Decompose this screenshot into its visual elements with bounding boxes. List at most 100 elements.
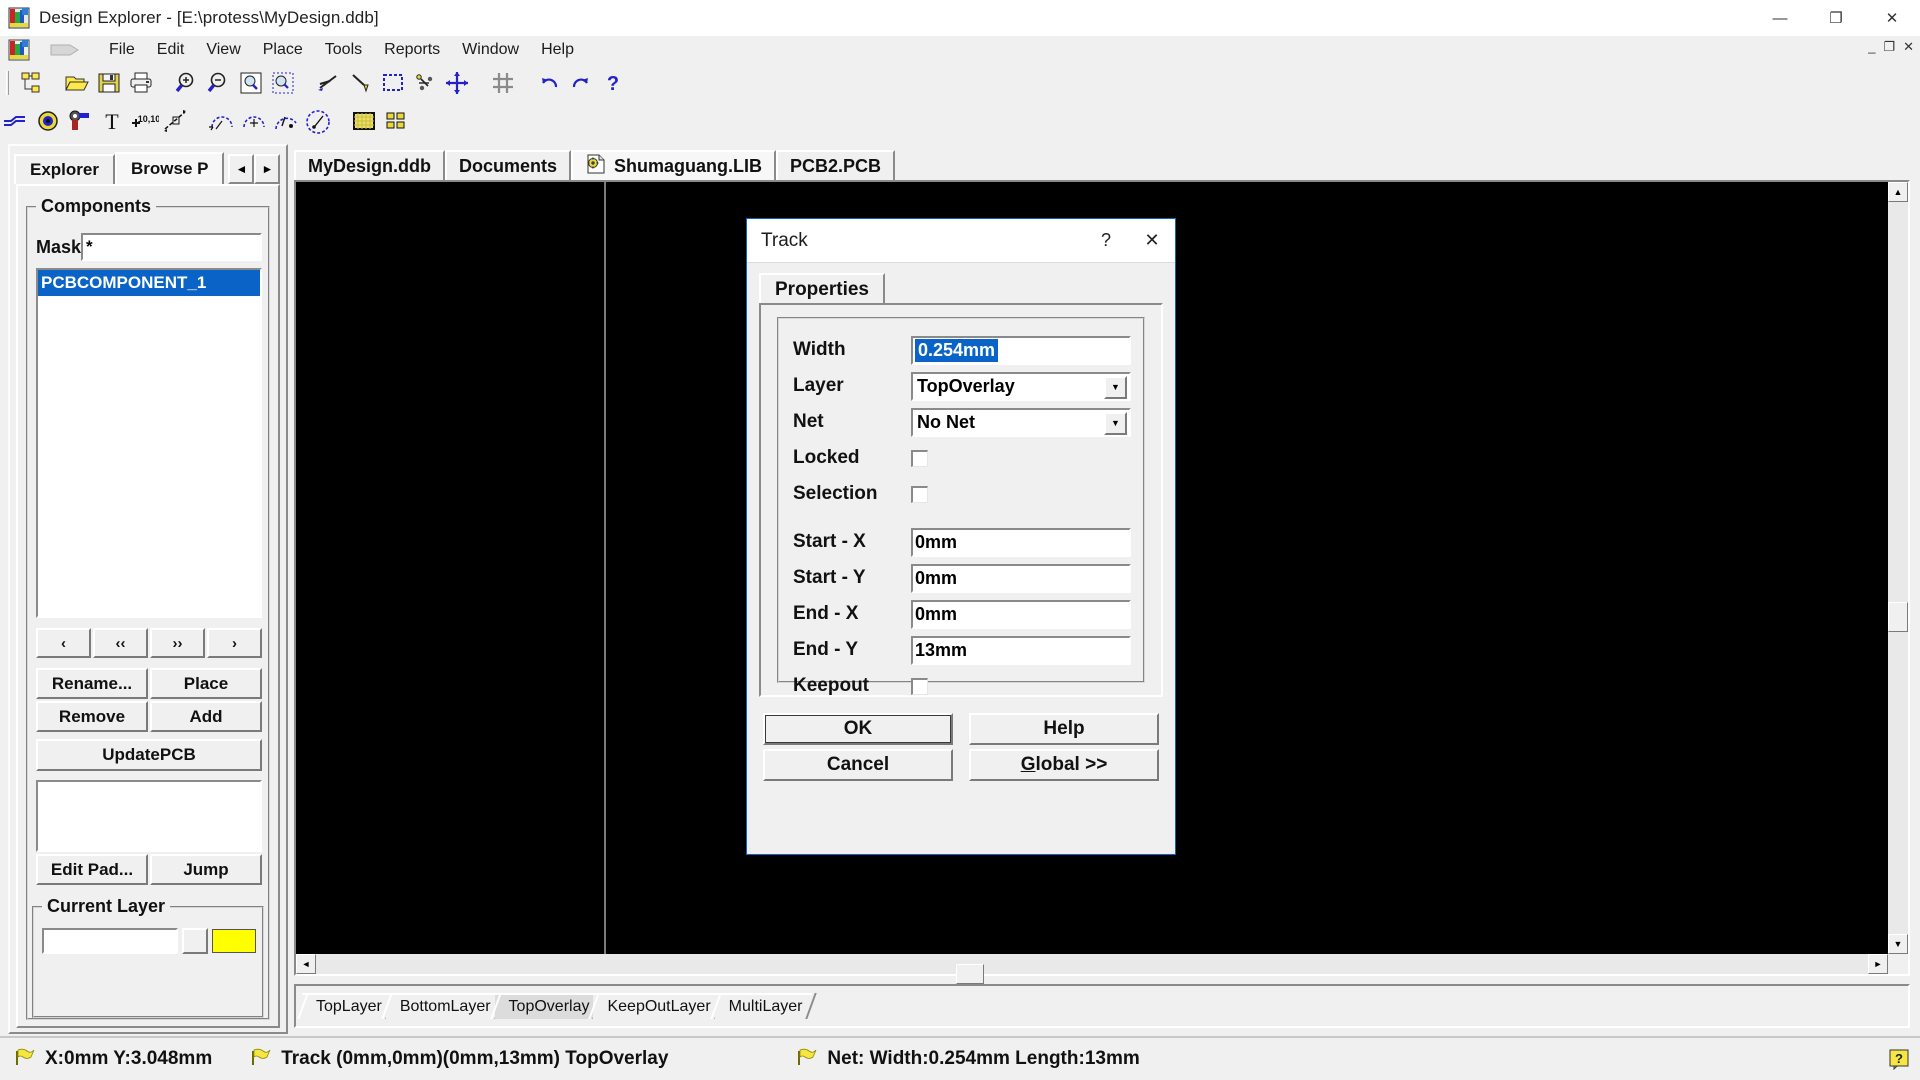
mdi-minimize-icon[interactable]: _ bbox=[1868, 40, 1875, 54]
vertical-scroll-track[interactable] bbox=[1888, 202, 1908, 934]
end-y-input[interactable]: 13mm bbox=[911, 635, 1131, 665]
net-combobox[interactable]: No Net ▼ bbox=[911, 407, 1131, 437]
place-button[interactable]: Place bbox=[150, 668, 262, 699]
panel-tab-next-icon[interactable]: ► bbox=[254, 154, 281, 184]
place-track-icon[interactable] bbox=[0, 105, 32, 137]
canvas-vertical-scrollbar[interactable]: ▲ ▼ bbox=[1888, 182, 1908, 954]
place-via-icon[interactable] bbox=[64, 105, 96, 137]
add-button[interactable]: Add bbox=[150, 701, 262, 732]
dialog-close-icon[interactable]: ✕ bbox=[1129, 219, 1175, 263]
rename-button[interactable]: Rename... bbox=[36, 668, 148, 699]
mdi-close-icon[interactable]: ✕ bbox=[1903, 40, 1914, 54]
update-pcb-button[interactable]: UpdatePCB bbox=[36, 739, 262, 771]
panel-tab-explorer[interactable]: Explorer bbox=[14, 154, 115, 184]
help-button[interactable]: Help bbox=[969, 713, 1159, 745]
panel-tab-browse-pcb[interactable]: Browse P bbox=[114, 152, 225, 184]
panel-tab-prev-icon[interactable]: ◄ bbox=[228, 154, 255, 184]
place-arc-any-icon[interactable] bbox=[270, 105, 302, 137]
start-x-input[interactable]: 0mm bbox=[911, 527, 1131, 557]
design-hierarchy-icon[interactable] bbox=[15, 67, 47, 99]
paste-icon[interactable] bbox=[345, 67, 377, 99]
mdi-restore-icon[interactable]: ❐ bbox=[1883, 40, 1895, 54]
remove-button[interactable]: Remove bbox=[36, 701, 148, 732]
vertical-scroll-thumb[interactable] bbox=[1888, 602, 1908, 632]
document-tab-mydesign-ddb[interactable]: MyDesign.ddb bbox=[294, 150, 446, 180]
edit-pad-button[interactable]: Edit Pad... bbox=[36, 854, 148, 885]
current-layer-color-swatch[interactable] bbox=[212, 929, 256, 953]
toolbar-grip[interactable] bbox=[6, 71, 9, 95]
place-dimension-icon[interactable] bbox=[160, 105, 192, 137]
close-icon[interactable]: ✕ bbox=[1864, 0, 1920, 36]
place-array-icon[interactable] bbox=[380, 105, 412, 137]
zoom-in-icon[interactable] bbox=[171, 67, 203, 99]
menu-item-view[interactable]: View bbox=[195, 39, 251, 61]
layer-tab-keepoutlayer[interactable]: KeepOutLayer bbox=[593, 993, 721, 1019]
current-layer-combo[interactable] bbox=[42, 928, 178, 954]
nav-prev-button[interactable]: ‹ bbox=[36, 628, 91, 658]
keepout-checkbox[interactable] bbox=[911, 677, 928, 695]
zoom-out-icon[interactable] bbox=[203, 67, 235, 99]
global-button[interactable]: Global >> bbox=[969, 749, 1159, 781]
menu-item-edit[interactable]: Edit bbox=[146, 39, 196, 61]
place-string-icon[interactable]: T bbox=[96, 105, 128, 137]
context-help-icon[interactable]: ? bbox=[1888, 1048, 1910, 1070]
print-icon[interactable] bbox=[125, 67, 157, 99]
select-area-icon[interactable] bbox=[377, 67, 409, 99]
move-selection-icon[interactable] bbox=[409, 67, 441, 99]
current-layer-dropdown-icon[interactable] bbox=[182, 928, 208, 954]
components-listbox[interactable]: PCBCOMPONENT_1 bbox=[36, 268, 262, 618]
layer-tab-topoverlay[interactable]: TopOverlay bbox=[494, 993, 600, 1019]
document-tab-shumaguang-lib[interactable]: Shumaguang.LIB bbox=[571, 150, 777, 180]
list-item[interactable]: PCBCOMPONENT_1 bbox=[38, 270, 260, 296]
end-x-input[interactable]: 0mm bbox=[911, 599, 1131, 629]
maximize-icon[interactable]: ❐ bbox=[1808, 0, 1864, 36]
layer-tab-bottomlayer[interactable]: BottomLayer bbox=[385, 993, 501, 1019]
place-fill-icon[interactable] bbox=[348, 105, 380, 137]
scroll-left-icon[interactable]: ◄ bbox=[296, 954, 316, 974]
scroll-up-icon[interactable]: ▲ bbox=[1888, 182, 1908, 202]
help-icon[interactable]: ? bbox=[597, 67, 629, 99]
ok-button[interactable]: OK bbox=[763, 713, 953, 745]
layer-tab-toplayer[interactable]: TopLayer bbox=[302, 993, 392, 1019]
menu-item-place[interactable]: Place bbox=[252, 39, 314, 61]
pads-listbox[interactable] bbox=[36, 780, 262, 852]
zoom-area-icon[interactable] bbox=[235, 67, 267, 99]
menu-item-tools[interactable]: Tools bbox=[314, 39, 373, 61]
horizontal-scroll-thumb[interactable] bbox=[956, 964, 984, 984]
menu-item-reports[interactable]: Reports bbox=[373, 39, 451, 61]
locked-checkbox[interactable] bbox=[911, 449, 928, 467]
place-pad-icon[interactable] bbox=[32, 105, 64, 137]
dialog-help-icon[interactable]: ? bbox=[1083, 219, 1129, 263]
place-arc-edge-icon[interactable] bbox=[238, 105, 270, 137]
place-arc-center-icon[interactable] bbox=[206, 105, 238, 137]
menu-item-window[interactable]: Window bbox=[451, 39, 530, 61]
place-full-circle-icon[interactable] bbox=[302, 105, 334, 137]
document-tab-pcb2-pcb[interactable]: PCB2.PCB bbox=[776, 150, 896, 180]
move-icon[interactable] bbox=[441, 67, 473, 99]
zoom-selection-icon[interactable] bbox=[267, 67, 299, 99]
nav-first-button[interactable]: ‹‹ bbox=[93, 628, 148, 658]
toggle-grid-icon[interactable] bbox=[487, 67, 519, 99]
open-folder-icon[interactable] bbox=[61, 67, 93, 99]
scroll-down-icon[interactable]: ▼ bbox=[1888, 934, 1908, 954]
start-y-input[interactable]: 0mm bbox=[911, 563, 1131, 593]
minimize-icon[interactable]: — bbox=[1752, 0, 1808, 36]
layer-combobox[interactable]: TopOverlay ▼ bbox=[911, 371, 1131, 401]
nav-last-button[interactable]: ›› bbox=[150, 628, 205, 658]
width-input[interactable]: 0.254mm bbox=[911, 335, 1131, 365]
chevron-down-icon[interactable]: ▼ bbox=[1104, 375, 1127, 399]
redo-icon[interactable] bbox=[565, 67, 597, 99]
jump-button[interactable]: Jump bbox=[150, 854, 262, 885]
cut-icon[interactable] bbox=[313, 67, 345, 99]
undo-icon[interactable] bbox=[533, 67, 565, 99]
cancel-button[interactable]: Cancel bbox=[763, 749, 953, 781]
selection-checkbox[interactable] bbox=[911, 485, 928, 503]
scroll-right-icon[interactable]: ► bbox=[1868, 954, 1888, 974]
dialog-tab-properties[interactable]: Properties bbox=[759, 273, 885, 305]
nav-next-button[interactable]: › bbox=[207, 628, 262, 658]
document-tab-documents[interactable]: Documents bbox=[445, 150, 572, 180]
menu-item-file[interactable]: File bbox=[98, 39, 146, 61]
save-icon[interactable] bbox=[93, 67, 125, 99]
chevron-down-icon[interactable]: ▼ bbox=[1104, 411, 1127, 435]
canvas-horizontal-scrollbar[interactable]: ◄ ► bbox=[296, 954, 1888, 984]
